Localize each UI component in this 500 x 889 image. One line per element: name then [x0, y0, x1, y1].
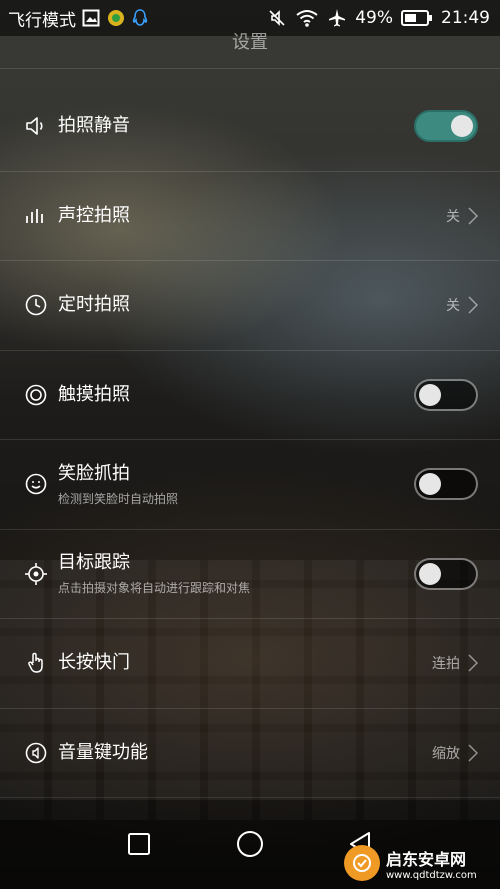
smile-capture-toggle[interactable]: [414, 468, 478, 501]
home-button[interactable]: [232, 826, 268, 862]
airplane-icon: [327, 8, 347, 28]
clock-time: 21:49: [441, 8, 490, 28]
circle-icon: [237, 831, 263, 857]
crosshair-icon: [24, 562, 48, 586]
wifi-icon: [295, 8, 319, 28]
setting-value: 关: [446, 208, 460, 225]
setting-label: 目标跟踪: [58, 552, 130, 574]
header-divider: [0, 68, 500, 69]
chevron-right-icon: [468, 744, 478, 762]
camera-settings-screen: 飞行模式 49% 21:49 设置 拍照静音 声控拍照 关 定时拍照 关 触摸拍…: [0, 0, 500, 889]
battery-percent: 49%: [355, 8, 393, 28]
setting-row-volume-key[interactable]: 音量键功能 缩放: [0, 709, 500, 798]
square-icon: [128, 833, 150, 855]
toggle-knob: [419, 473, 441, 496]
settings-list: 拍照静音 声控拍照 关 定时拍照 关 触摸拍照 笑脸抓拍 检测到笑脸时自动拍照 …: [0, 82, 500, 798]
setting-label: 长按快门: [58, 652, 130, 674]
setting-label: 拍照静音: [58, 115, 130, 137]
speaker-icon: [24, 114, 48, 138]
airplane-mode-label: 飞行模式: [8, 10, 76, 31]
setting-row-long-press-shutter[interactable]: 长按快门 连拍: [0, 619, 500, 709]
app-notification-icon: [106, 9, 126, 27]
chevron-right-icon: [468, 296, 478, 314]
setting-row-voice-capture[interactable]: 声控拍照 关: [0, 172, 500, 261]
clock-icon: [24, 293, 48, 317]
setting-value: 关: [446, 298, 460, 315]
smile-icon: [24, 472, 48, 496]
setting-row-touch-capture[interactable]: 触摸拍照: [0, 351, 500, 440]
touch-capture-toggle[interactable]: [414, 378, 478, 411]
toggle-knob: [451, 115, 473, 138]
setting-row-timer[interactable]: 定时拍照 关: [0, 261, 500, 351]
object-tracking-toggle[interactable]: [414, 557, 478, 590]
page-title: 设置: [232, 32, 268, 52]
image-notification-icon: [82, 9, 100, 27]
site-watermark: 启东安卓网 www.qdtdtzw.com: [344, 840, 494, 886]
setting-subtitle: 检测到笑脸时自动拍照: [58, 491, 179, 506]
hand-press-icon: [24, 651, 48, 675]
toggle-knob: [419, 562, 441, 585]
setting-label: 触摸拍照: [58, 383, 130, 405]
battery-icon: [401, 9, 433, 27]
setting-label: 笑脸抓拍: [58, 462, 130, 484]
qq-icon: [132, 8, 148, 28]
setting-value: 连拍: [432, 656, 460, 673]
toggle-knob: [419, 383, 441, 406]
chevron-right-icon: [468, 654, 478, 672]
shutter-mute-toggle[interactable]: [414, 110, 478, 143]
setting-subtitle: 点击拍摄对象将自动进行跟踪和对焦: [58, 581, 251, 596]
setting-label: 定时拍照: [58, 294, 130, 316]
watermark-logo-icon: [344, 845, 380, 881]
watermark-url: www.qdtdtzw.com: [386, 869, 477, 881]
setting-label: 音量键功能: [58, 741, 148, 763]
setting-row-object-tracking[interactable]: 目标跟踪 点击拍摄对象将自动进行跟踪和对焦: [0, 530, 500, 619]
setting-value: 缩放: [432, 745, 460, 762]
watermark-name: 启东安卓网: [386, 849, 467, 869]
touch-target-icon: [24, 383, 48, 407]
chevron-right-icon: [468, 207, 478, 225]
voice-bars-icon: [24, 204, 48, 228]
recent-apps-button[interactable]: [121, 826, 157, 862]
mute-icon: [267, 8, 287, 28]
volume-key-icon: [24, 741, 48, 765]
setting-label: 声控拍照: [58, 204, 130, 226]
setting-row-smile-capture[interactable]: 笑脸抓拍 检测到笑脸时自动拍照: [0, 440, 500, 530]
setting-row-shutter-mute[interactable]: 拍照静音: [0, 82, 500, 172]
